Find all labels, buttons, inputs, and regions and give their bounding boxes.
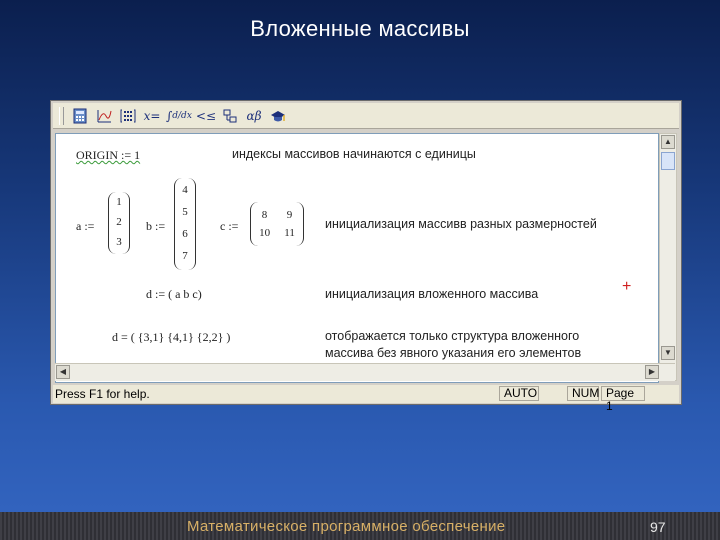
result-note-line1[interactable]: отображается только структура вложенного	[325, 329, 579, 343]
d-result[interactable]: d = ( {3,1} {4,1} {2,2} )	[112, 330, 230, 345]
c-element: 10	[259, 227, 271, 239]
status-help-text: Press F1 for help.	[55, 387, 150, 401]
status-num: NUM	[567, 386, 599, 401]
c-element: 11	[284, 227, 295, 239]
b-element: 5	[182, 206, 188, 218]
b-element: 7	[182, 250, 188, 262]
calculator-icon[interactable]	[70, 106, 90, 126]
math-toolbar: x= ∫ d/dx <≤ αβ	[53, 103, 679, 129]
programming-icon[interactable]	[220, 106, 240, 126]
origin-definition[interactable]: ORIGIN := 1	[76, 148, 140, 163]
c-row: 8 9	[252, 206, 302, 224]
result-note-line2[interactable]: массива без явного указания его элементо…	[325, 346, 581, 360]
b-vector[interactable]: 4 5 6 7	[174, 179, 196, 267]
toolbar-grip[interactable]	[59, 106, 64, 125]
insertion-cursor[interactable]: +	[622, 278, 631, 296]
a-element: 3	[116, 236, 122, 248]
footer-title: Математическое программное обеспечение	[187, 518, 506, 535]
scroll-up-button[interactable]: ▲	[661, 135, 675, 149]
a-vector[interactable]: 1 2 3	[108, 192, 130, 252]
slide-footer: Математическое программное обеспечение 9…	[0, 512, 720, 540]
worksheet[interactable]: ORIGIN := 1 индексы массивов начинаются …	[55, 133, 659, 383]
boolean-icon[interactable]: <≤	[196, 106, 216, 126]
c-element: 9	[286, 209, 293, 221]
c-label: c :=	[220, 219, 239, 233]
a-element: 2	[116, 216, 122, 228]
vertical-scrollbar[interactable]: ▲ ▼	[659, 133, 677, 381]
c-element: 8	[261, 209, 268, 221]
symbolic-icon[interactable]	[268, 106, 288, 126]
init-note[interactable]: инициализация массивв разных размерносте…	[325, 217, 597, 231]
a-label: a :=	[76, 219, 95, 233]
greek-icon[interactable]: αβ	[244, 106, 264, 126]
c-matrix[interactable]: 8 9 10 11	[252, 206, 302, 242]
b-label: b :=	[146, 219, 166, 233]
scroll-thumb[interactable]	[661, 152, 675, 170]
c-row: 10 11	[252, 224, 302, 242]
calculus-icon[interactable]: ∫ d/dx	[166, 106, 192, 126]
scroll-down-button[interactable]: ▼	[661, 346, 675, 360]
footer-page-number: 97	[650, 519, 666, 535]
d-definition[interactable]: d := ( a b c)	[146, 287, 202, 302]
scroll-right-button[interactable]: ▶	[645, 365, 659, 379]
status-bar: Press F1 for help. AUTO NUM Page 1	[53, 385, 679, 413]
matrix-icon[interactable]	[118, 106, 138, 126]
mathcad-window: x= ∫ d/dx <≤ αβ ORIGIN := 1 индексы масси…	[50, 100, 682, 413]
b-element: 4	[182, 184, 188, 196]
status-mode: AUTO	[499, 386, 539, 401]
b-element: 6	[182, 228, 188, 240]
horizontal-scrollbar[interactable]: ◀ ▶	[55, 363, 675, 381]
a-element: 1	[116, 196, 122, 208]
status-page: Page 1	[601, 386, 645, 413]
scroll-left-button[interactable]: ◀	[56, 365, 70, 379]
origin-note[interactable]: индексы массивов начинаются с единицы	[232, 147, 476, 161]
evaluation-icon[interactable]: x=	[142, 106, 162, 126]
slide-title: Вложенные массивы	[250, 16, 470, 41]
d-note[interactable]: инициализация вложенного массива	[325, 287, 538, 301]
graph-icon[interactable]	[94, 106, 114, 126]
